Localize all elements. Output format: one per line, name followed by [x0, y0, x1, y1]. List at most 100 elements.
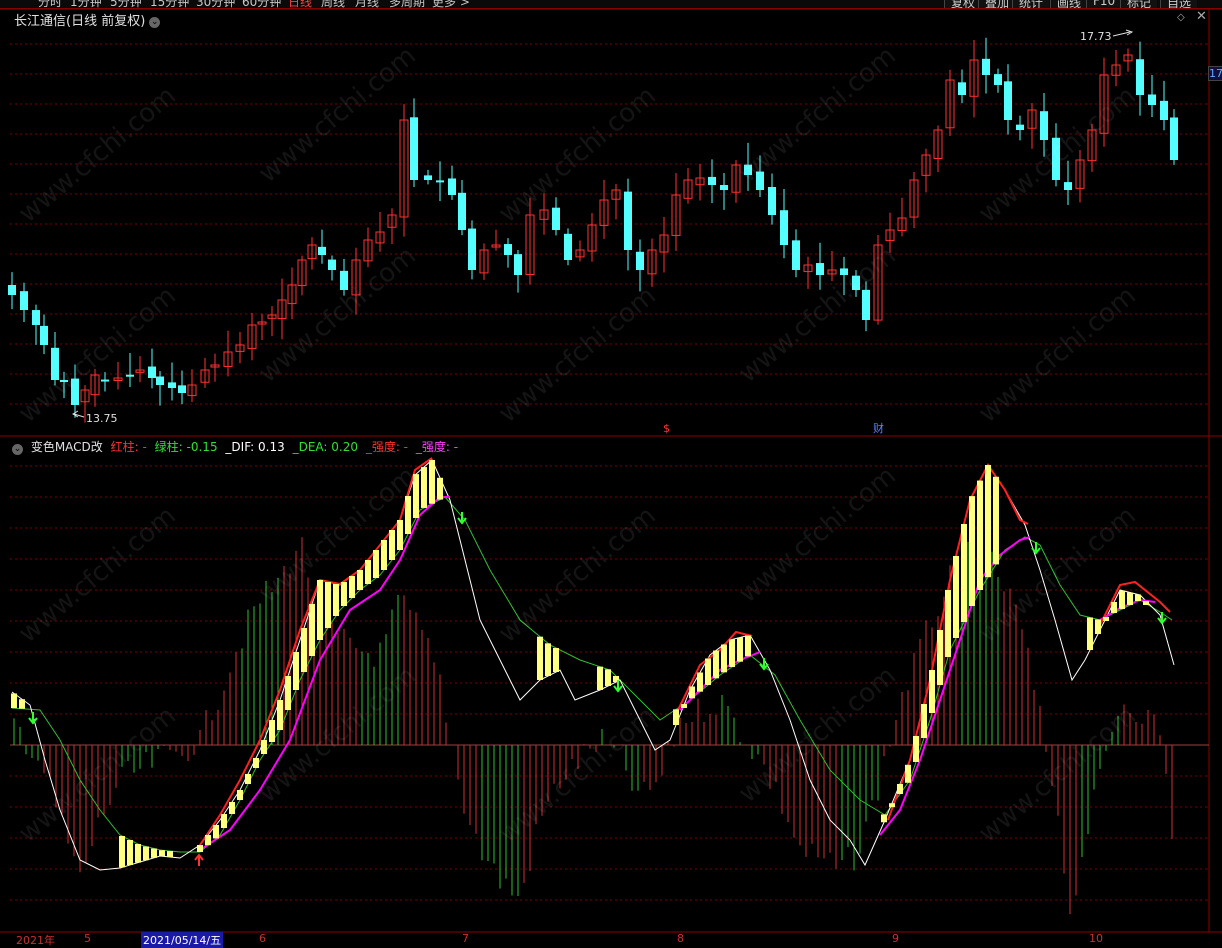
signal-bar [673, 709, 679, 725]
signal-bar [341, 582, 347, 606]
cursor-date: 2021/05/14/五 [141, 932, 224, 948]
signal-bar [553, 648, 559, 672]
signal-bar [333, 584, 339, 616]
signal-bar [429, 460, 435, 504]
dif-value: _DIF: 0.13 [225, 440, 285, 454]
strength1-value: _强度: - [365, 440, 409, 454]
signal-bar [953, 556, 959, 638]
signal-bar [277, 700, 283, 730]
signal-bar [1127, 592, 1133, 605]
candle-body [982, 58, 990, 75]
signal-bar [937, 630, 943, 685]
signal-bar [373, 550, 379, 578]
signal-bar [945, 590, 951, 657]
candle-body [1040, 111, 1048, 140]
candle-body [32, 310, 40, 325]
signal-bar [1087, 617, 1093, 650]
signal-bar [357, 570, 363, 590]
signal-bar [897, 784, 903, 794]
candle-body [148, 366, 156, 378]
date-axis: 2021年 5 2021/05/14/五 6 7 8 9 10 [0, 932, 1222, 948]
candle-body [328, 259, 336, 270]
signal-bar [1095, 619, 1101, 634]
candle-body [126, 374, 134, 377]
candle-body [1064, 182, 1072, 190]
axis-label: 6 [259, 932, 266, 945]
signal-bar [913, 736, 919, 762]
candle-body [468, 228, 476, 270]
chevron-down-icon[interactable]: ⌄ [149, 17, 161, 28]
signal-bar [19, 699, 25, 709]
indicator-name[interactable]: 变色MACD改 [31, 440, 103, 454]
arrow-icon [1112, 29, 1134, 37]
signal-bar [253, 758, 259, 768]
signal-bar [197, 845, 203, 852]
candle-body [958, 82, 966, 95]
strength2-value: _强度: - [415, 440, 459, 454]
candle-body [156, 376, 164, 385]
axis-label: 9 [892, 932, 899, 945]
signal-bar [1111, 602, 1117, 613]
signal-bar [1135, 594, 1141, 601]
signal-bar [127, 840, 133, 865]
candle-body [168, 382, 176, 388]
signal-bar [977, 480, 983, 590]
signal-bar [437, 477, 443, 500]
candle-body [8, 285, 16, 295]
red-bar-value: 红柱: - [110, 440, 147, 454]
signal-bar [11, 693, 17, 709]
signal-bar [301, 628, 307, 672]
right-price-tag: 17 [1208, 66, 1222, 81]
signal-bar [405, 496, 411, 534]
candle-body [318, 246, 326, 255]
candle-body [178, 385, 186, 393]
signal-bar [119, 836, 125, 868]
indicator-title-bar: ⌄ 变色MACD改 红柱: - 绿柱: -0.15 _DIF: 0.13 _DE… [12, 438, 462, 455]
signal-bar [745, 635, 751, 657]
candle-body [720, 185, 728, 190]
candle-body [636, 251, 644, 270]
signal-bar [151, 848, 157, 858]
candle-body [20, 291, 28, 310]
candle-body [552, 207, 560, 230]
candle-body [101, 379, 109, 382]
candle-body [410, 117, 418, 180]
signal-bar [681, 704, 687, 708]
down-arrow-icon [1031, 542, 1041, 555]
signal-bar [365, 560, 371, 584]
signal-bar [135, 844, 141, 863]
signal-bar [397, 520, 403, 550]
low-price-label: 13.75 [86, 412, 118, 425]
signal-bar [285, 676, 291, 710]
signal-bar [537, 636, 543, 680]
signal-bar [1119, 590, 1125, 609]
signal-bar [905, 764, 911, 783]
price-panel-title: 长江通信(日线 前复权) ⌄ [14, 10, 161, 29]
candle-body [424, 175, 432, 180]
dea-value: _DEA: 0.20 [292, 440, 358, 454]
signal-bar [697, 672, 703, 692]
candle-body [1170, 117, 1178, 160]
candle-body [458, 192, 466, 230]
signal-bar [961, 524, 967, 622]
candle-body [768, 187, 776, 215]
signal-bar [689, 686, 695, 699]
signal-bar [985, 465, 991, 578]
axis-label: 5 [84, 932, 91, 945]
candle-body [994, 74, 1002, 85]
signal-bar [221, 814, 227, 828]
candle-body [1160, 100, 1168, 120]
signal-bar [1143, 601, 1149, 605]
diamond-icon[interactable]: ◇ [1177, 12, 1185, 23]
event-mark: 财 [873, 421, 884, 435]
candle-body [564, 233, 572, 260]
signal-bar [969, 496, 975, 606]
signal-bar [881, 814, 887, 823]
signal-bar [229, 802, 235, 814]
close-icon[interactable]: ✕ [1196, 9, 1207, 24]
signal-bar [349, 576, 355, 598]
signal-bar [317, 580, 323, 640]
chevron-down-icon[interactable]: ⌄ [12, 444, 23, 455]
signal-bar [605, 669, 611, 686]
signal-bar [205, 835, 211, 846]
